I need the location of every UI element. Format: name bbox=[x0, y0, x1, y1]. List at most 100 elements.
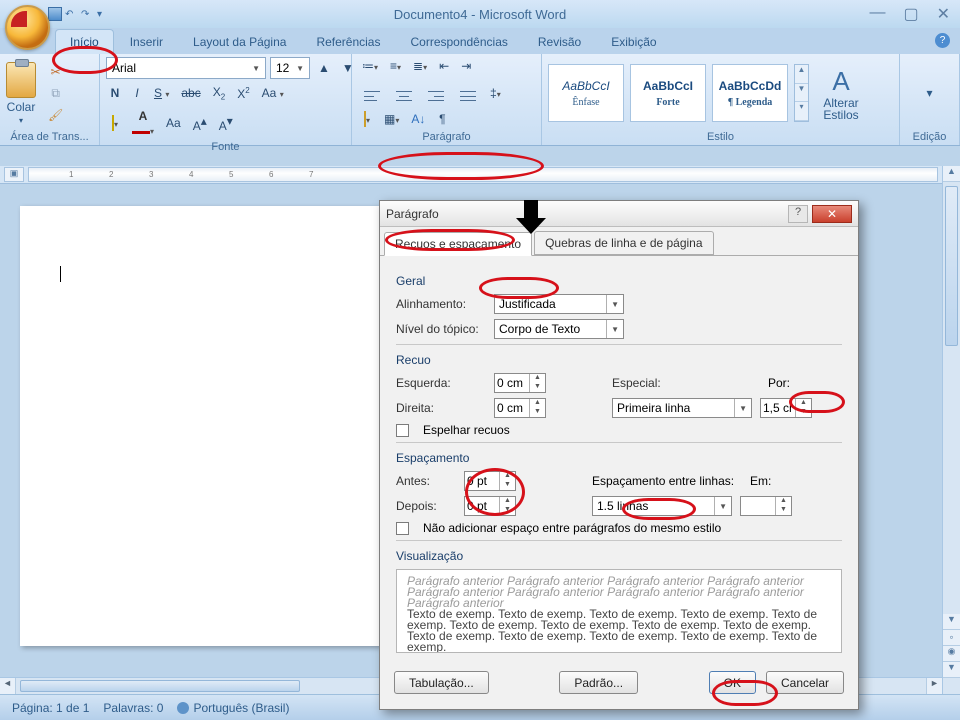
show-marks-button[interactable]: ¶ bbox=[433, 110, 451, 128]
browse-object-icon[interactable]: ◉ bbox=[943, 646, 960, 662]
tab-quebras[interactable]: Quebras de linha e de página bbox=[534, 231, 713, 255]
font-name-combo[interactable]: Arial ▼ bbox=[106, 57, 266, 79]
close-button[interactable]: ✕ bbox=[931, 4, 956, 24]
minimize-button[interactable]: — bbox=[863, 4, 891, 24]
espelhar-checkbox[interactable] bbox=[396, 424, 409, 437]
font-size-combo[interactable]: 12▼ bbox=[270, 57, 310, 79]
entre-linhas-label: Espaçamento entre linhas: bbox=[592, 474, 742, 488]
maximize-button[interactable]: ▢ bbox=[897, 4, 924, 24]
italic-button[interactable]: I bbox=[128, 84, 146, 102]
align-right-button[interactable] bbox=[422, 79, 450, 106]
ribbon-tabs: Início Inserir Layout da Página Referênc… bbox=[0, 28, 960, 54]
nivel-combo[interactable]: Corpo de Texto▼ bbox=[494, 319, 624, 339]
chevron-down-icon: ▼ bbox=[252, 64, 260, 73]
dialog-tabs: Recuos e espaçamento Quebras de linha e … bbox=[380, 227, 858, 256]
next-page-icon[interactable]: ▼ bbox=[943, 662, 960, 678]
horizontal-ruler[interactable]: ▣ 1234567 bbox=[0, 166, 942, 184]
dialog-title-bar[interactable]: Parágrafo ? ✕ bbox=[380, 201, 858, 227]
document-page[interactable] bbox=[20, 206, 380, 646]
tab-inserir[interactable]: Inserir bbox=[116, 30, 177, 54]
bold-button[interactable]: N bbox=[106, 84, 124, 102]
office-button[interactable] bbox=[5, 5, 50, 50]
tab-inicio[interactable]: Início bbox=[55, 29, 114, 54]
change-case-button[interactable]: Aa ▾ bbox=[258, 84, 288, 102]
shrink-button[interactable]: A▾ bbox=[215, 112, 237, 135]
scroll-down-icon[interactable]: ▼ bbox=[943, 614, 960, 630]
grow-font-icon[interactable]: ▲ bbox=[314, 59, 334, 77]
entre-linhas-combo[interactable]: 1.5 linhas▼ bbox=[592, 496, 732, 516]
nao-adicionar-checkbox[interactable] bbox=[396, 522, 409, 535]
increase-indent-button[interactable]: ⇥ bbox=[457, 57, 475, 75]
copy-icon[interactable]: ⧉ bbox=[44, 84, 67, 103]
grow-button[interactable]: A▴ bbox=[189, 112, 211, 135]
por-spinner[interactable]: ▲▼ bbox=[760, 398, 812, 418]
cut-icon[interactable]: ✂ bbox=[44, 63, 67, 81]
preview-box: Parágrafo anterior Parágrafo anterior Pa… bbox=[396, 569, 842, 653]
strikethrough-button[interactable]: abc bbox=[177, 84, 204, 102]
superscript-button[interactable]: X2 bbox=[233, 84, 253, 103]
espelhar-label: Espelhar recuos bbox=[423, 423, 510, 437]
esquerda-spinner[interactable]: ▲▼ bbox=[494, 373, 546, 393]
editing-dropdown[interactable]: ▾ bbox=[926, 86, 932, 100]
style-legenda[interactable]: AaBbCcDd¶ Legenda bbox=[712, 64, 788, 122]
vertical-scrollbar[interactable]: ▲ ▼ ◦ ◉ ▼ bbox=[942, 166, 960, 694]
help-icon[interactable]: ? bbox=[935, 33, 950, 48]
tab-recuos-espacamento[interactable]: Recuos e espaçamento bbox=[384, 232, 532, 256]
especial-combo[interactable]: Primeira linha▼ bbox=[612, 398, 752, 418]
annotation-arrow bbox=[516, 200, 546, 234]
align-center-button[interactable] bbox=[390, 79, 418, 106]
highlight-button[interactable]: ▾ bbox=[106, 114, 124, 132]
status-words[interactable]: Palavras: 0 bbox=[103, 701, 163, 715]
change-styles-button[interactable]: AAlterar Estilos bbox=[815, 66, 867, 121]
editing-group-label: Edição bbox=[906, 129, 953, 143]
align-left-button[interactable] bbox=[358, 79, 386, 106]
antes-label: Antes: bbox=[396, 474, 456, 488]
font-color-button[interactable]: A▾ bbox=[128, 107, 158, 139]
ok-button[interactable]: OK bbox=[709, 671, 756, 694]
ruler-corner[interactable]: ▣ bbox=[4, 167, 24, 182]
tab-revisao[interactable]: Revisão bbox=[524, 30, 595, 54]
status-page[interactable]: Página: 1 de 1 bbox=[12, 701, 89, 715]
bullets-button[interactable]: ≔▾ bbox=[358, 57, 382, 75]
justify-button[interactable] bbox=[454, 79, 482, 106]
borders-button[interactable]: ▦▾ bbox=[380, 110, 403, 128]
depois-spinner[interactable]: ▲▼ bbox=[464, 496, 516, 516]
prev-page-icon[interactable]: ◦ bbox=[943, 630, 960, 646]
underline-button[interactable]: S ▾ bbox=[150, 84, 173, 102]
font-group-label: Fonte bbox=[106, 139, 345, 153]
dialog-help-icon[interactable]: ? bbox=[788, 205, 808, 223]
font-name-value: Arial bbox=[112, 61, 136, 75]
style-gallery-scroll[interactable]: ▲▼▾ bbox=[794, 64, 809, 122]
tab-correspondencias[interactable]: Correspondências bbox=[396, 30, 521, 54]
style-forte[interactable]: AaBbCcIForte bbox=[630, 64, 706, 122]
padrao-button[interactable]: Padrão... bbox=[559, 671, 638, 694]
direita-spinner[interactable]: ▲▼ bbox=[494, 398, 546, 418]
nivel-label: Nível do tópico: bbox=[396, 322, 486, 336]
style-name: Forte bbox=[656, 97, 679, 108]
tabulacao-button[interactable]: Tabulação... bbox=[394, 671, 489, 694]
sort-button[interactable]: A↓ bbox=[407, 110, 429, 128]
shading-button[interactable]: ▾ bbox=[358, 110, 376, 128]
decrease-indent-button[interactable]: ⇤ bbox=[435, 57, 453, 75]
multilevel-button[interactable]: ≣▾ bbox=[409, 57, 431, 75]
tab-layout[interactable]: Layout da Página bbox=[179, 30, 300, 54]
alinhamento-combo[interactable]: Justificada▼ bbox=[494, 294, 624, 314]
style-enfase[interactable]: AaBbCcIÊnfase bbox=[548, 64, 624, 122]
text-cursor bbox=[60, 266, 61, 282]
subscript-button[interactable]: X2 bbox=[209, 83, 229, 103]
format-painter-icon[interactable]: 🖌 bbox=[44, 106, 67, 124]
scrollbar-thumb[interactable] bbox=[945, 186, 958, 346]
dialog-close-button[interactable]: ✕ bbox=[812, 205, 852, 223]
status-language[interactable]: Português (Brasil) bbox=[177, 701, 289, 715]
tab-exibicao[interactable]: Exibição bbox=[597, 30, 670, 54]
numbering-button[interactable]: ≡▾ bbox=[386, 57, 405, 75]
scroll-up-icon[interactable]: ▲ bbox=[943, 166, 960, 182]
clear-format-button[interactable]: Aa bbox=[162, 114, 185, 132]
tab-referencias[interactable]: Referências bbox=[302, 30, 394, 54]
section-geral: Geral bbox=[396, 274, 842, 288]
em-spinner[interactable]: ▲▼ bbox=[740, 496, 792, 516]
paste-button[interactable]: Colar ▾ bbox=[6, 62, 36, 125]
antes-spinner[interactable]: ▲▼ bbox=[464, 471, 516, 491]
cancelar-button[interactable]: Cancelar bbox=[766, 671, 844, 694]
line-spacing-button[interactable]: ‡▾ bbox=[486, 84, 505, 102]
